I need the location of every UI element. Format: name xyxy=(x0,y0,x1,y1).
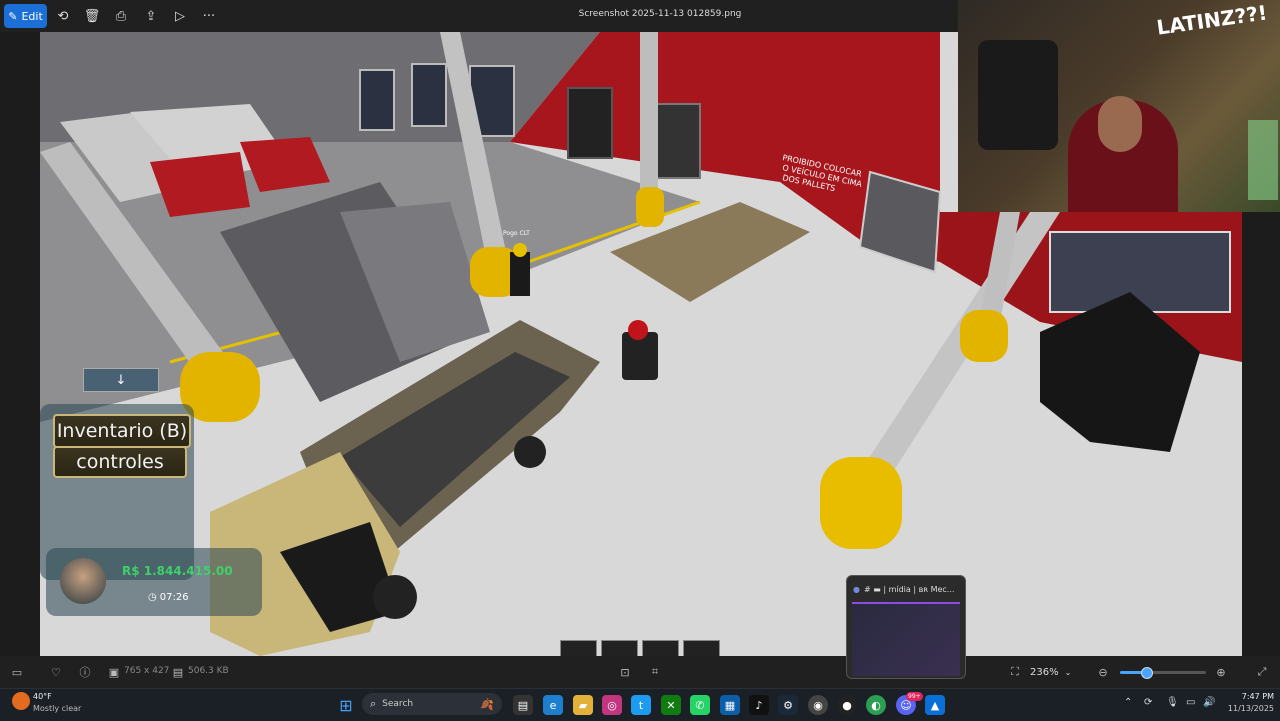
favorite-icon[interactable]: ♡ xyxy=(48,664,64,680)
file-size: 506.3 KB xyxy=(188,666,229,676)
viewer-infobar: ▭ ♡ ⓘ ▣ 765 x 427 ▤ 506.3 KB ⊡ ⌗ ⛶ 236% … xyxy=(0,656,1280,688)
popup-title: # ▬ | mídia | ʙʀ Mec... xyxy=(863,584,955,594)
image-dimensions: 765 x 427 xyxy=(124,666,170,676)
print-icon[interactable]: ⎙ xyxy=(111,6,131,26)
popup-thumbnail xyxy=(852,602,960,676)
webcam-overlay: LATINZ??! xyxy=(958,0,1280,212)
record-app-icon[interactable]: ● xyxy=(837,695,857,715)
taskbar-preview-popup[interactable]: ● # ▬ | mídia | ʙʀ Mec... xyxy=(846,575,966,679)
filmstrip-icon[interactable]: ▭ xyxy=(9,664,25,680)
taskbar-search[interactable]: ⌕ Search 🍂 xyxy=(362,693,502,715)
zoom-out-icon[interactable]: ⊖ xyxy=(1095,664,1111,680)
edit-icon: ✎ xyxy=(8,9,18,23)
zoom-in-icon[interactable]: ⊕ xyxy=(1213,664,1229,680)
discord-badge: 99+ xyxy=(906,692,923,701)
rotate-icon[interactable]: ⟲ xyxy=(53,6,73,26)
task-view-icon[interactable]: ▤ xyxy=(513,695,533,715)
discord-icon: ● xyxy=(853,584,860,594)
game-hotbar xyxy=(560,640,720,658)
tiktok-icon[interactable]: ♪ xyxy=(749,695,769,715)
weather-temperature: 40°F xyxy=(33,692,52,701)
viewer-toolbar: ✎ Edit ⟲ 🗑 ⎙ ⇪ ▷ ··· Screenshot 2025-11-… xyxy=(0,0,960,32)
inventory-button[interactable]: Inventario (B) xyxy=(53,414,191,448)
share-icon[interactable]: ⇪ xyxy=(141,6,161,26)
chrome-icon[interactable]: ◐ xyxy=(866,695,886,715)
dimensions-icon: ▣ xyxy=(108,665,120,679)
search-placeholder: Search xyxy=(382,699,414,709)
weather-icon[interactable] xyxy=(12,692,30,710)
microphone-icon[interactable]: 🎙 xyxy=(1166,697,1179,708)
clock-icon: ◷ xyxy=(148,592,157,603)
player-avatar xyxy=(60,558,106,604)
actual-size-icon[interactable]: ⛶ xyxy=(1007,664,1023,680)
delete-icon[interactable]: 🗑 xyxy=(82,6,102,26)
file-size-icon: ▤ xyxy=(172,665,184,679)
volume-icon[interactable]: 🔊 xyxy=(1203,697,1215,708)
obs-icon[interactable]: ◉ xyxy=(808,695,828,715)
fullscreen-icon[interactable]: ⤢ xyxy=(1254,664,1270,680)
weather-description: Mostly clear xyxy=(33,704,82,713)
twitter-icon[interactable]: t xyxy=(631,695,651,715)
game-clock: ◷ 07:26 xyxy=(148,592,189,603)
info-icon[interactable]: ⓘ xyxy=(77,664,93,680)
fit-view-icon[interactable]: ⊡ xyxy=(617,664,633,680)
photos-icon[interactable]: ▲ xyxy=(925,695,945,715)
instagram-icon[interactable]: ◎ xyxy=(602,695,622,715)
steam-icon[interactable]: ⚙ xyxy=(778,695,798,715)
start-icon[interactable]: ⊞ xyxy=(336,695,356,715)
controls-button[interactable]: controles xyxy=(53,446,187,478)
edit-label: Edit xyxy=(21,9,43,23)
whatsapp-icon[interactable]: ✆ xyxy=(690,695,710,715)
network-icon[interactable]: ▭ xyxy=(1186,697,1195,708)
more-options-icon[interactable]: ··· xyxy=(199,6,219,26)
file-explorer-icon[interactable]: ▰ xyxy=(573,695,593,715)
hud-collapse-button[interactable]: ↓ xyxy=(83,368,159,392)
chevron-down-icon: ⌄ xyxy=(1064,667,1072,677)
money-display: R$ 1.844.415.00 xyxy=(122,564,233,578)
store-icon[interactable]: ▦ xyxy=(720,695,740,715)
streamer-face xyxy=(1098,96,1142,152)
webcam-wall-text: LATINZ??! xyxy=(1155,0,1269,40)
tray-expand-icon[interactable]: ⌃ xyxy=(1124,697,1132,708)
zoom-slider-thumb[interactable] xyxy=(1140,667,1153,679)
webcam-light xyxy=(1248,120,1278,200)
taskbar-clock[interactable]: 7:47 PM xyxy=(1228,692,1274,701)
file-title: Screenshot 2025-11-13 012859.png xyxy=(578,9,742,19)
npc-nametag: Pogo CLT xyxy=(503,230,530,237)
taskbar-date[interactable]: 11/13/2025 xyxy=(1224,704,1274,713)
xbox-icon[interactable]: ✕ xyxy=(661,695,681,715)
edit-button[interactable]: ✎ Edit xyxy=(4,4,47,28)
motorcycle-shape xyxy=(978,40,1058,150)
tray-sync-icon[interactable]: ⟳ xyxy=(1144,697,1152,708)
zoom-slider[interactable] xyxy=(1120,667,1206,679)
search-highlight-icon: 🍂 xyxy=(480,697,494,711)
zoom-dropdown[interactable]: 236% ⌄ xyxy=(1030,664,1084,680)
slideshow-icon[interactable]: ▷ xyxy=(170,6,190,26)
crop-icon[interactable]: ⌗ xyxy=(647,664,663,680)
search-icon: ⌕ xyxy=(370,697,377,710)
hud-money-panel: R$ 1.844.415.00 ◷ 07:26 xyxy=(46,548,262,616)
edge-icon[interactable]: e xyxy=(543,695,563,715)
arrow-down-icon: ↓ xyxy=(115,372,127,388)
